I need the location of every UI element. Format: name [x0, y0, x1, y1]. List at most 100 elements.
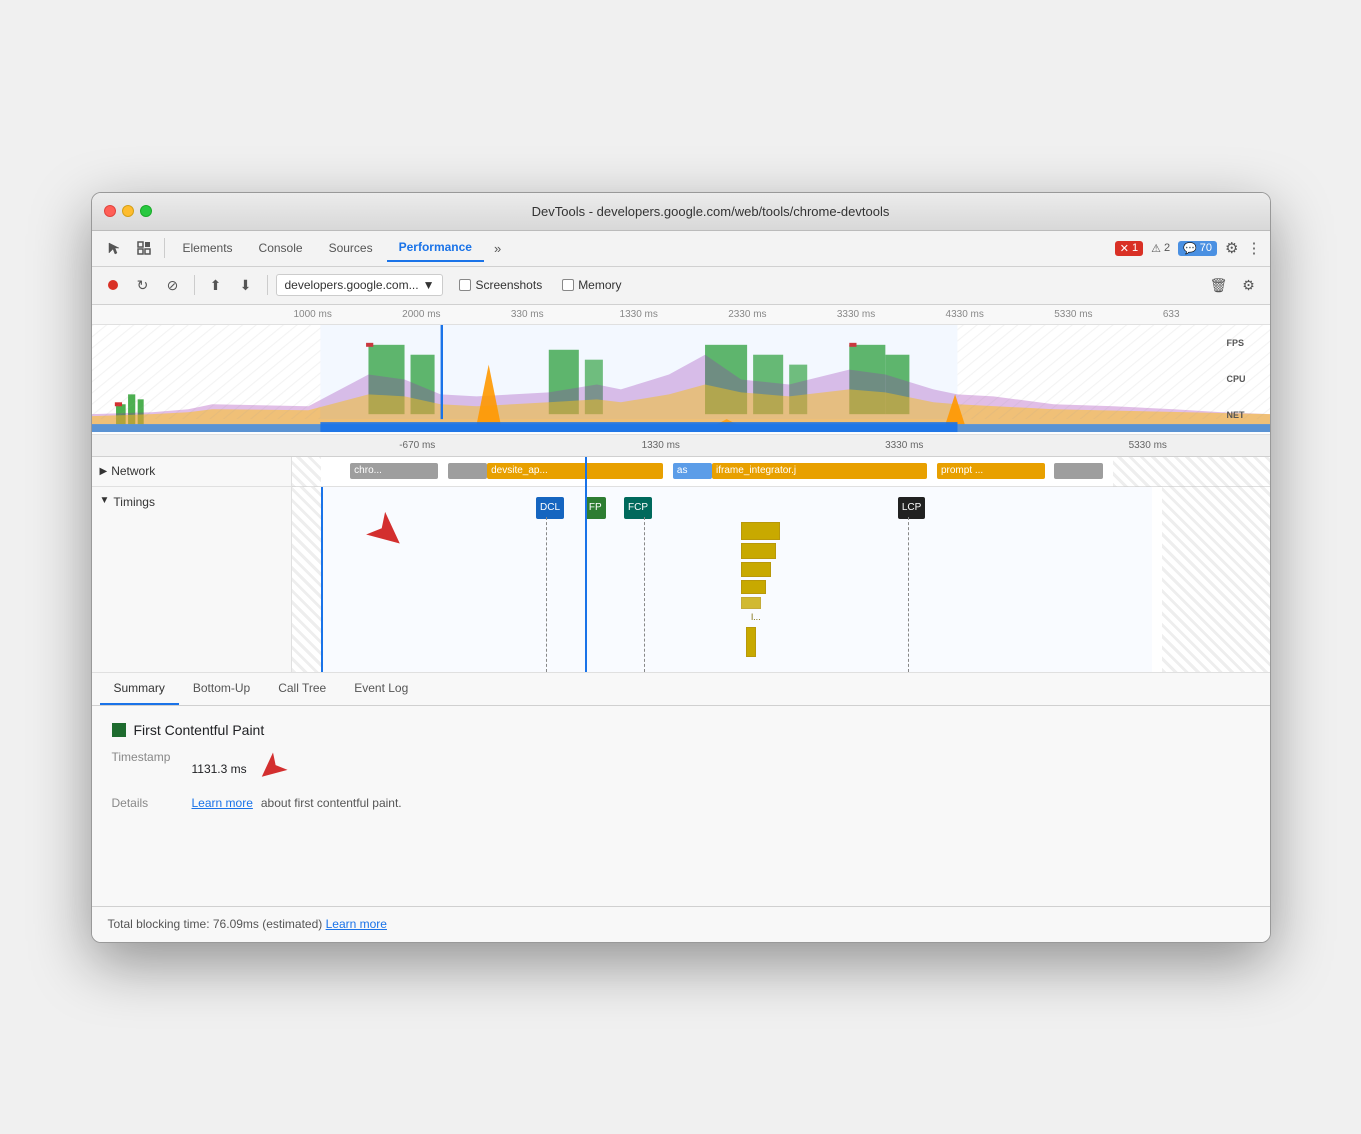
record-button[interactable]: [100, 272, 126, 298]
dcl-marker[interactable]: DCL: [536, 497, 564, 519]
tab-bottom-up[interactable]: Bottom-Up: [179, 673, 264, 705]
ruler-mark-4: 2330 ms: [726, 309, 835, 320]
devtools-window: DevTools - developers.google.com/web/too…: [91, 192, 1271, 943]
fps-cpu-net-chart[interactable]: FPS CPU NET: [92, 325, 1270, 435]
titlebar: DevTools - developers.google.com/web/too…: [92, 193, 1270, 231]
timeline-ruler-top: 1000 ms 2000 ms 330 ms 1330 ms 2330 ms 3…: [92, 305, 1270, 325]
memory-checkbox-container[interactable]: Memory: [562, 278, 621, 292]
fp-marker[interactable]: FP: [585, 497, 606, 519]
lcp-vline: [908, 517, 909, 672]
tab-elements[interactable]: Elements: [171, 235, 245, 261]
network-section: ▶ Network chro... devsite_ap... as ifram…: [92, 457, 1270, 487]
network-expand-icon[interactable]: ▶: [100, 466, 108, 477]
fcp-color-square: [112, 723, 126, 737]
more-options-icon[interactable]: ⋮: [1247, 239, 1262, 257]
timings-expand-icon[interactable]: ▼: [100, 495, 110, 506]
timing-bar-6: [746, 627, 756, 657]
details-row: Details Learn more about first contentfu…: [112, 796, 1250, 810]
tab-call-tree[interactable]: Call Tree: [264, 673, 340, 705]
bottom-tabs: Summary Bottom-Up Call Tree Event Log: [92, 673, 1270, 706]
clear-button[interactable]: ⊘: [160, 272, 186, 298]
ruler-mark-5: 3330 ms: [835, 309, 944, 320]
more-tabs-button[interactable]: »: [486, 237, 509, 260]
timings-label-cell[interactable]: ▼ Timings: [92, 487, 292, 672]
net-item-5[interactable]: [1054, 463, 1103, 479]
timings-section: ▼ Timings DCL FP FCP LCP: [92, 487, 1270, 673]
settings-gear-icon[interactable]: ⚙: [1225, 239, 1238, 257]
maximize-button[interactable]: [140, 205, 152, 217]
ruler2-mark-2: 3330 ms: [783, 440, 1027, 451]
net-item-3[interactable]: iframe_integrator.j: [712, 463, 927, 479]
timings-content[interactable]: DCL FP FCP LCP l...: [292, 487, 1270, 672]
ruler2-marks: -670 ms 1330 ms 3330 ms 5330 ms: [292, 440, 1270, 451]
screenshots-checkbox-container[interactable]: Screenshots: [459, 278, 542, 292]
ruler-mark-2: 330 ms: [509, 309, 618, 320]
net-item-1[interactable]: devsite_ap...: [487, 463, 663, 479]
memory-checkbox[interactable]: [562, 279, 574, 291]
network-label-cell[interactable]: ▶ Network: [92, 457, 292, 486]
perf-area: 1000 ms 2000 ms 330 ms 1330 ms 2330 ms 3…: [92, 305, 1270, 673]
timings-label: Timings: [113, 495, 155, 509]
cursor-icon[interactable]: [100, 234, 128, 262]
timing-bar-3: [741, 562, 770, 577]
cpu-label: CPU: [1227, 374, 1262, 384]
warning-badge[interactable]: ⚠ 2: [1151, 242, 1170, 255]
window-body: Elements Console Sources Performance » ✕…: [92, 231, 1270, 942]
timeline-ruler-bottom: -670 ms 1330 ms 3330 ms 5330 ms: [92, 435, 1270, 457]
timing-bar-5: [741, 597, 761, 609]
screenshots-label: Screenshots: [475, 278, 542, 292]
net-item-2[interactable]: as: [673, 463, 712, 479]
toolbar-divider-1: [194, 275, 195, 295]
url-selector[interactable]: developers.google.com... ▼: [276, 274, 444, 296]
window-title: DevTools - developers.google.com/web/too…: [164, 204, 1258, 219]
error-badge[interactable]: ✕ 1: [1115, 241, 1143, 256]
ruler-mark-1: 2000 ms: [400, 309, 509, 320]
message-badge[interactable]: 💬 70: [1178, 241, 1217, 256]
toolbar: ↻ ⊘ ⬆ ⬇ developers.google.com... ▼ Scree…: [92, 267, 1270, 305]
upload-button[interactable]: ⬆: [203, 272, 229, 298]
more-settings-icon[interactable]: ⚙: [1236, 272, 1262, 298]
timing-bar-4: [741, 580, 765, 594]
close-button[interactable]: [104, 205, 116, 217]
net-item-4[interactable]: prompt ...: [937, 463, 1045, 479]
warning-icon: ⚠: [1151, 242, 1161, 255]
perf-labels: FPS CPU NET: [1227, 325, 1262, 434]
net-item-0[interactable]: chro...: [350, 463, 438, 479]
hatch-right: [1113, 457, 1269, 487]
summary-content: First Contentful Paint Timestamp 1131.3 …: [92, 706, 1270, 906]
timestamp-row: Timestamp 1131.3 ms ➤: [112, 750, 1250, 788]
status-text: Total blocking time: 76.09ms (estimated): [108, 917, 323, 931]
url-dropdown-icon: ▼: [423, 278, 435, 292]
net-item-connector[interactable]: [448, 463, 487, 479]
tab-console[interactable]: Console: [247, 235, 315, 261]
status-learn-more-link[interactable]: Learn more: [326, 917, 387, 931]
reload-button[interactable]: ↻: [130, 272, 156, 298]
timestamp-value-container: 1131.3 ms ➤: [192, 750, 286, 788]
lcp-marker[interactable]: LCP: [898, 497, 925, 519]
ruler-mark-0: 1000 ms: [292, 309, 401, 320]
minimize-button[interactable]: [122, 205, 134, 217]
error-x-icon: ✕: [1120, 242, 1129, 255]
cursor-line: [585, 457, 587, 487]
screenshots-checkbox[interactable]: [459, 279, 471, 291]
url-display: developers.google.com...: [285, 278, 419, 292]
fcp-vline: [644, 517, 645, 672]
download-button[interactable]: ⬇: [233, 272, 259, 298]
details-label: Details: [112, 796, 192, 810]
memory-label: Memory: [578, 278, 621, 292]
details-text: about first contentful paint.: [261, 796, 402, 810]
ruler-marks-top: 1000 ms 2000 ms 330 ms 1330 ms 2330 ms 3…: [292, 309, 1270, 320]
tab-sources[interactable]: Sources: [317, 235, 385, 261]
tab-summary[interactable]: Summary: [100, 673, 179, 705]
tab-performance[interactable]: Performance: [387, 234, 484, 262]
tab-event-log[interactable]: Event Log: [340, 673, 422, 705]
fcp-heading: First Contentful Paint: [112, 722, 1250, 738]
net-label: NET: [1227, 410, 1262, 420]
fcp-marker[interactable]: FCP: [624, 497, 652, 519]
learn-more-link[interactable]: Learn more: [192, 796, 253, 810]
inspect-icon[interactable]: [130, 234, 158, 262]
hatch-left: [292, 457, 321, 487]
delete-button[interactable]: 🗑: [1206, 272, 1232, 298]
fps-label: FPS: [1227, 338, 1262, 348]
timings-hatch-left: [292, 487, 321, 672]
